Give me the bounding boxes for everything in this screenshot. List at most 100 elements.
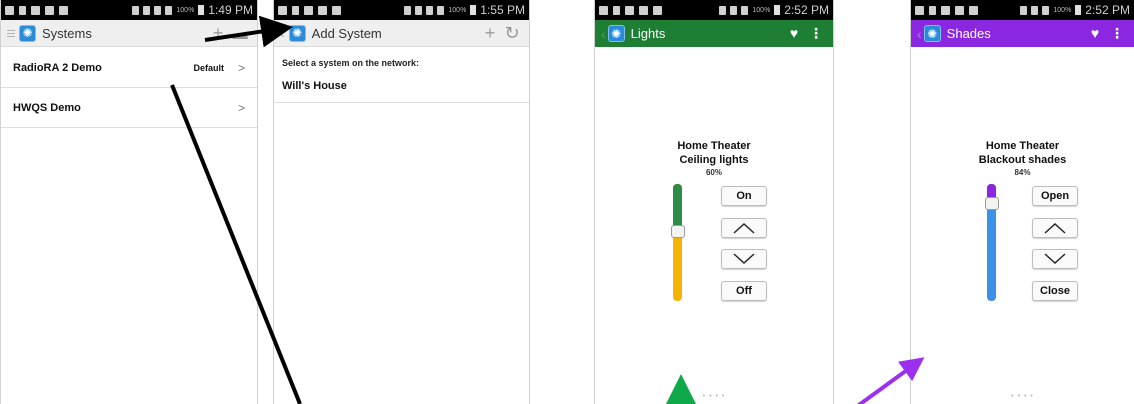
status-bar: 100% 1:55 PM bbox=[274, 0, 529, 20]
drawer-icon[interactable] bbox=[7, 29, 15, 37]
chevron-right-icon: > bbox=[237, 60, 245, 75]
app-bar: ‹ ✺ Lights ♥ ⋮ bbox=[595, 20, 833, 47]
page-title: Lights bbox=[630, 26, 666, 41]
refresh-icon[interactable]: ↻ bbox=[501, 20, 523, 47]
purple-arrow-to-shades-screen bbox=[856, 357, 925, 404]
usb-icon bbox=[613, 5, 620, 15]
wifi-icon bbox=[741, 5, 749, 15]
lutron-logo-icon: ✺ bbox=[19, 24, 36, 42]
slider-thumb[interactable] bbox=[985, 197, 999, 210]
system-row-hwqs[interactable]: HWQS Demo > bbox=[1, 88, 257, 128]
flipboard-icon bbox=[318, 5, 327, 15]
image-icon bbox=[625, 5, 634, 15]
close-button[interactable]: Close bbox=[1032, 281, 1078, 301]
on-button[interactable]: On bbox=[721, 186, 767, 206]
off-button[interactable]: Off bbox=[721, 281, 767, 301]
notification-icon bbox=[278, 5, 287, 15]
chevron-right-icon: > bbox=[237, 100, 245, 115]
back-icon[interactable]: ‹ bbox=[917, 26, 922, 42]
wifi-icon bbox=[426, 5, 434, 15]
email-icon bbox=[332, 5, 341, 15]
lutron-logo-icon: ✺ bbox=[923, 25, 941, 42]
systems-screen: 100% 1:49 PM ✺ Systems + ☁ RadioRA 2 Demo… bbox=[0, 0, 258, 404]
shades-screen: 100% 2:52 PM ‹ ✺ Shades ♥ ⋮ Home Theater … bbox=[910, 0, 1134, 404]
mute-icon bbox=[1031, 5, 1039, 15]
add-system-screen: 100% 1:55 PM ‹ ✺ Add System + ↻ Select a … bbox=[273, 0, 530, 404]
slider-fill bbox=[673, 184, 682, 231]
wifi-icon bbox=[154, 5, 162, 15]
mute-icon bbox=[143, 5, 151, 15]
chevron-down-icon bbox=[733, 253, 755, 264]
wifi-icon bbox=[1042, 5, 1050, 15]
level-slider[interactable] bbox=[673, 184, 682, 301]
image-icon bbox=[941, 5, 950, 15]
chevron-up-icon bbox=[1044, 223, 1066, 234]
battery-icon bbox=[1075, 5, 1082, 15]
page-title: Shades bbox=[946, 26, 991, 41]
usb-icon bbox=[929, 5, 936, 15]
plus-icon[interactable]: + bbox=[207, 20, 229, 47]
open-button[interactable]: Open bbox=[1032, 186, 1078, 206]
status-bar: 100% 1:49 PM bbox=[1, 0, 257, 20]
signal-icon bbox=[165, 5, 173, 15]
page-title: Systems bbox=[42, 25, 92, 41]
status-time: 2:52 PM bbox=[1085, 3, 1130, 17]
app-bar: ‹ ✺ Add System + ↻ bbox=[274, 20, 529, 47]
overflow-menu-icon[interactable]: ⋮ bbox=[805, 20, 827, 47]
zone-level: 84% bbox=[1014, 168, 1031, 177]
bluetooth-icon bbox=[1020, 5, 1028, 15]
heart-icon[interactable]: ♥ bbox=[783, 20, 805, 47]
overflow-menu-icon[interactable]: ⋮ bbox=[1106, 20, 1128, 47]
lutron-logo-icon: ✺ bbox=[607, 25, 625, 42]
battery-percent: 100% bbox=[1053, 6, 1072, 14]
cloud-icon[interactable]: ☁ bbox=[229, 20, 251, 47]
zone-level: 60% bbox=[705, 168, 722, 177]
system-row-radiora[interactable]: RadioRA 2 Demo Default > bbox=[1, 48, 257, 88]
page-indicator: • • • • bbox=[702, 393, 726, 400]
email-icon bbox=[653, 5, 662, 15]
notification-icon bbox=[5, 5, 14, 15]
mute-icon bbox=[730, 5, 738, 15]
lights-screen: 100% 2:52 PM ‹ ✺ Lights ♥ ⋮ Home Theater … bbox=[594, 0, 834, 404]
lower-button[interactable] bbox=[1032, 249, 1078, 269]
battery-percent: 100% bbox=[176, 6, 195, 14]
bluetooth-icon bbox=[132, 5, 140, 15]
usb-icon bbox=[19, 5, 26, 15]
slider-thumb[interactable] bbox=[671, 225, 685, 238]
image-icon bbox=[304, 5, 313, 15]
chevron-up-icon bbox=[733, 223, 755, 234]
zone-device: Ceiling lights bbox=[679, 154, 749, 166]
battery-percent: 100% bbox=[752, 6, 771, 14]
divider bbox=[274, 102, 529, 103]
usb-icon bbox=[292, 5, 299, 15]
screenshot-collage: 100% 1:49 PM ✺ Systems + ☁ RadioRA 2 Demo… bbox=[0, 0, 1134, 404]
status-time: 2:52 PM bbox=[784, 3, 829, 17]
system-name: HWQS Demo bbox=[13, 101, 81, 114]
status-bar: 100% 2:52 PM bbox=[595, 0, 833, 20]
plus-icon[interactable]: + bbox=[479, 20, 501, 47]
discovered-system-item[interactable]: Will's House bbox=[282, 80, 347, 92]
battery-percent: 100% bbox=[448, 6, 467, 14]
app-bar: ‹ ✺ Shades ♥ ⋮ bbox=[911, 20, 1134, 47]
system-name: RadioRA 2 Demo bbox=[13, 61, 102, 74]
bluetooth-icon bbox=[404, 5, 412, 15]
zone-room: Home Theater bbox=[677, 140, 751, 152]
status-bar: 100% 2:52 PM bbox=[911, 0, 1134, 20]
email-icon bbox=[969, 5, 978, 15]
zone-device: Blackout shades bbox=[978, 154, 1067, 166]
back-icon[interactable]: ‹ bbox=[601, 26, 606, 42]
raise-button[interactable] bbox=[1032, 218, 1078, 238]
battery-icon bbox=[198, 5, 205, 15]
image-icon bbox=[31, 5, 40, 15]
lower-button[interactable] bbox=[721, 249, 767, 269]
bluetooth-icon bbox=[719, 5, 727, 15]
signal-icon bbox=[437, 5, 445, 15]
heart-icon[interactable]: ♥ bbox=[1084, 20, 1106, 47]
back-icon[interactable]: ‹ bbox=[280, 25, 285, 41]
page-indicator: • • • • bbox=[1011, 393, 1034, 400]
flipboard-icon bbox=[639, 5, 648, 15]
app-bar: ✺ Systems + ☁ bbox=[1, 20, 257, 47]
lutron-logo-icon: ✺ bbox=[288, 24, 306, 42]
raise-button[interactable] bbox=[721, 218, 767, 238]
notification-icon bbox=[915, 5, 924, 15]
